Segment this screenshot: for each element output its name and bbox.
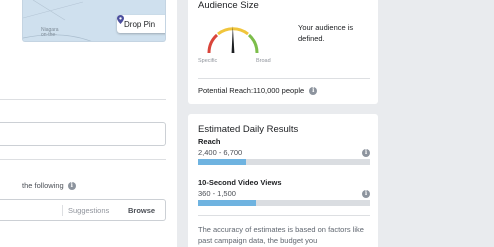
suggestions-button[interactable]: Suggestions bbox=[68, 206, 109, 215]
accuracy-note: The accuracy of estimates is based on fa… bbox=[198, 225, 364, 245]
field-separator bbox=[62, 205, 63, 216]
info-icon[interactable]: i bbox=[309, 86, 318, 95]
audience-gauge bbox=[207, 26, 259, 54]
video-views-metric: 10-Second Video Views 360 - 1,500 i bbox=[198, 178, 370, 206]
drop-pin-button[interactable]: Drop Pin bbox=[117, 15, 165, 33]
audience-size-title: Audience Size bbox=[198, 0, 259, 11]
metric-range: 360 - 1,500 bbox=[198, 189, 236, 198]
following-row: the following i bbox=[22, 181, 76, 190]
info-icon[interactable]: i bbox=[362, 189, 370, 198]
gauge-specific-label: Specific bbox=[198, 58, 218, 64]
gauge-green-segment bbox=[247, 33, 259, 54]
location-map[interactable]: Niagara on-the- Drop Pin bbox=[22, 0, 166, 42]
info-icon[interactable]: i bbox=[67, 181, 76, 190]
potential-reach-value: 110,000 people bbox=[253, 86, 305, 95]
video-views-bar bbox=[198, 200, 370, 206]
targeting-input[interactable] bbox=[0, 122, 166, 146]
gauge-broad-label: Broad bbox=[256, 58, 271, 64]
drop-pin-label: Drop Pin bbox=[124, 19, 156, 29]
daily-results-card: Estimated Daily Results Reach 2,400 - 6,… bbox=[188, 114, 378, 247]
targeting-panel: Niagara on-the- Drop Pin the following i… bbox=[0, 0, 177, 247]
reach-bar bbox=[198, 159, 370, 165]
section-divider bbox=[0, 159, 166, 160]
metric-range: 2,400 - 6,700 bbox=[198, 148, 243, 157]
map-place-label: Niagara on-the- bbox=[41, 27, 59, 38]
potential-reach-label: Potential Reach:110,000 people bbox=[198, 86, 305, 95]
metric-name: 10-Second Video Views bbox=[198, 178, 282, 187]
following-label: the following bbox=[22, 181, 64, 190]
reach-bar-fill bbox=[198, 159, 247, 165]
video-views-bar-fill bbox=[198, 200, 257, 206]
section-divider bbox=[0, 99, 166, 100]
pin-icon bbox=[117, 15, 124, 24]
card-divider bbox=[198, 78, 370, 79]
daily-results-title: Estimated Daily Results bbox=[198, 124, 299, 135]
potential-reach-row: Potential Reach:110,000 people i bbox=[198, 86, 318, 95]
browse-button[interactable]: Browse bbox=[128, 206, 155, 215]
metric-name: Reach bbox=[198, 137, 221, 146]
gauge-red-segment bbox=[207, 33, 219, 54]
audience-status: Your audience is defined. bbox=[298, 23, 354, 43]
audience-size-card: Audience Size Specific Broad Your audien… bbox=[188, 0, 378, 104]
card-divider bbox=[198, 215, 370, 216]
reach-metric: Reach 2,400 - 6,700 i bbox=[198, 137, 370, 165]
info-icon[interactable]: i bbox=[362, 148, 370, 157]
detailed-targeting-input[interactable]: Suggestions Browse bbox=[0, 199, 166, 221]
